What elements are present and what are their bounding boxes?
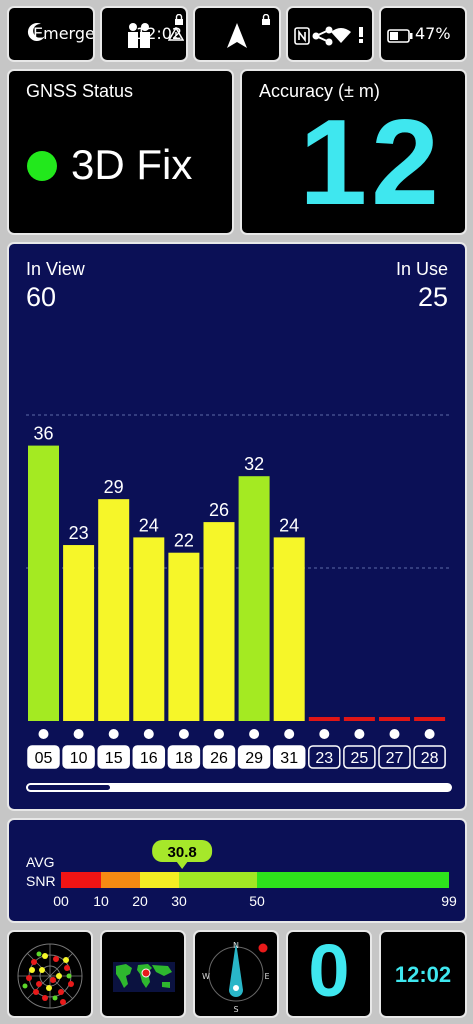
satellite-id-label: 10 bbox=[70, 750, 88, 767]
snr-bar[interactable] bbox=[308, 717, 340, 721]
alert-icon bbox=[359, 27, 363, 43]
snr-bar[interactable] bbox=[133, 537, 165, 721]
lock-icon bbox=[175, 14, 183, 25]
sky-plot-icon bbox=[17, 943, 83, 1009]
satellite-dot bbox=[249, 729, 260, 739]
snr-bar[interactable] bbox=[414, 717, 446, 721]
satellite-id-label: 31 bbox=[280, 750, 298, 767]
clock-value: 12:02 bbox=[394, 962, 452, 987]
satellite-id-label: 25 bbox=[351, 750, 369, 767]
lock-icon bbox=[262, 14, 270, 25]
bar-value-label: 36 bbox=[33, 424, 53, 444]
satellite-dot bbox=[354, 729, 365, 739]
snr-bar[interactable] bbox=[28, 445, 59, 721]
compass-tile[interactable]: N E W S bbox=[193, 930, 279, 1018]
compass-icon: N E W S bbox=[202, 941, 269, 1014]
compass-e-label: E bbox=[264, 972, 269, 981]
satellite-id-label: 15 bbox=[105, 750, 123, 767]
satellite-dot bbox=[178, 729, 189, 739]
satellite-dot bbox=[389, 729, 400, 739]
satellite-dot bbox=[73, 729, 84, 739]
avg-snr-value: 30.8 bbox=[168, 844, 197, 861]
warning-icon bbox=[168, 27, 184, 41]
wifi-icon bbox=[331, 28, 351, 43]
snr-range-segment bbox=[140, 872, 179, 888]
snr-range-segment bbox=[61, 872, 101, 888]
snr-tick-label: 30 bbox=[171, 893, 187, 909]
satellite-dot bbox=[38, 729, 49, 739]
emergency-text: Emergen… bbox=[33, 24, 95, 43]
snr-bar[interactable] bbox=[63, 545, 95, 721]
status-tile-navigation[interactable] bbox=[193, 6, 281, 62]
bar-value-label: 24 bbox=[139, 515, 159, 535]
battery-percent: 47% bbox=[415, 24, 451, 43]
status-tile-activity[interactable]: 12:02 bbox=[100, 6, 188, 62]
bar-value-label: 32 bbox=[244, 454, 264, 474]
clock-tile[interactable]: 12:02 bbox=[379, 930, 467, 1018]
fix-status-value: 3D Fix bbox=[71, 141, 193, 188]
snr-tick-label: 99 bbox=[441, 893, 457, 909]
snr-bar[interactable] bbox=[379, 717, 410, 721]
gnss-status-title: GNSS Status bbox=[26, 81, 134, 101]
bar-value-label: 24 bbox=[279, 515, 299, 535]
bar-value-label: 26 bbox=[209, 500, 229, 520]
navigation-arrow-icon bbox=[227, 23, 247, 48]
gnss-status-panel[interactable]: GNSS Status 3D Fix bbox=[7, 69, 234, 235]
satellite-id-label: 16 bbox=[140, 750, 158, 767]
satellite-id-label: 18 bbox=[175, 750, 193, 767]
status-tile-emergency[interactable]: Emergen… bbox=[7, 6, 95, 62]
snr-tick-label: 10 bbox=[93, 893, 109, 909]
snr-range-segment bbox=[257, 872, 449, 888]
heading-value: 0 bbox=[308, 930, 350, 1012]
heading-tile[interactable]: 0 bbox=[286, 930, 372, 1018]
satellite-id-label: 05 bbox=[35, 750, 53, 767]
status-tile-connectivity[interactable] bbox=[286, 6, 374, 62]
satellite-id-label: 27 bbox=[386, 750, 404, 767]
satellite-dot bbox=[319, 729, 330, 739]
snr-tick-label: 50 bbox=[249, 893, 265, 909]
avg-snr-pointer bbox=[176, 861, 189, 869]
snr-tick-label: 20 bbox=[132, 893, 148, 909]
snr-range-segment bbox=[179, 872, 257, 888]
world-map-tile[interactable] bbox=[100, 930, 186, 1018]
accuracy-panel[interactable]: Accuracy (± m) 12 bbox=[240, 69, 467, 235]
compass-w-label: W bbox=[202, 972, 210, 981]
compass-n-label: N bbox=[233, 941, 239, 950]
accuracy-value: 12 bbox=[299, 94, 443, 230]
snr-scale: 00 10 20 30 50 99 30.8 bbox=[53, 840, 457, 909]
nfc-icon bbox=[294, 27, 310, 45]
satellite-snr-chart-panel[interactable]: In View 60 In Use 25 36 23 29 24 22 26 32 24 05… bbox=[7, 242, 467, 811]
status-tile-battery[interactable]: 47% bbox=[379, 6, 467, 62]
snr-bar[interactable] bbox=[273, 537, 305, 721]
snr-tick-label: 00 bbox=[53, 893, 69, 909]
snr-bar[interactable] bbox=[168, 552, 200, 721]
bar-value-label: 22 bbox=[174, 531, 194, 551]
satellite-dot bbox=[108, 729, 119, 739]
world-map-icon bbox=[113, 962, 175, 992]
fix-status-dot bbox=[27, 151, 57, 181]
satellite-dot bbox=[214, 729, 224, 739]
snr-range-segment bbox=[101, 872, 140, 888]
satellite-dot bbox=[284, 729, 295, 739]
satellite-id-label: 26 bbox=[210, 750, 228, 767]
chart-scrollbar-thumb[interactable] bbox=[28, 785, 110, 790]
sky-view-tile[interactable] bbox=[7, 930, 93, 1018]
satellite-id-label: 29 bbox=[245, 750, 263, 767]
battery-icon bbox=[387, 29, 413, 43]
satellite-bar-chart: 36 23 29 24 22 26 32 24 05 10 15 16 18 26 29 31 23 25 27 2… bbox=[26, 414, 452, 792]
snr-bar[interactable] bbox=[203, 522, 235, 721]
satellite-dot bbox=[143, 729, 154, 739]
compass-s-label: S bbox=[233, 1005, 238, 1014]
satellite-id-label: 28 bbox=[421, 750, 439, 767]
snr-bar[interactable] bbox=[98, 499, 130, 721]
satellite-dot bbox=[424, 729, 435, 739]
avg-snr-panel[interactable]: AVG SNR 00 10 20 30 50 99 30.8 bbox=[7, 818, 467, 923]
bar-value-label: 23 bbox=[69, 523, 89, 543]
snr-bar[interactable] bbox=[238, 476, 270, 721]
satellite-id-label: 23 bbox=[315, 750, 333, 767]
bar-value-label: 29 bbox=[104, 477, 124, 497]
snr-bar[interactable] bbox=[343, 717, 375, 721]
